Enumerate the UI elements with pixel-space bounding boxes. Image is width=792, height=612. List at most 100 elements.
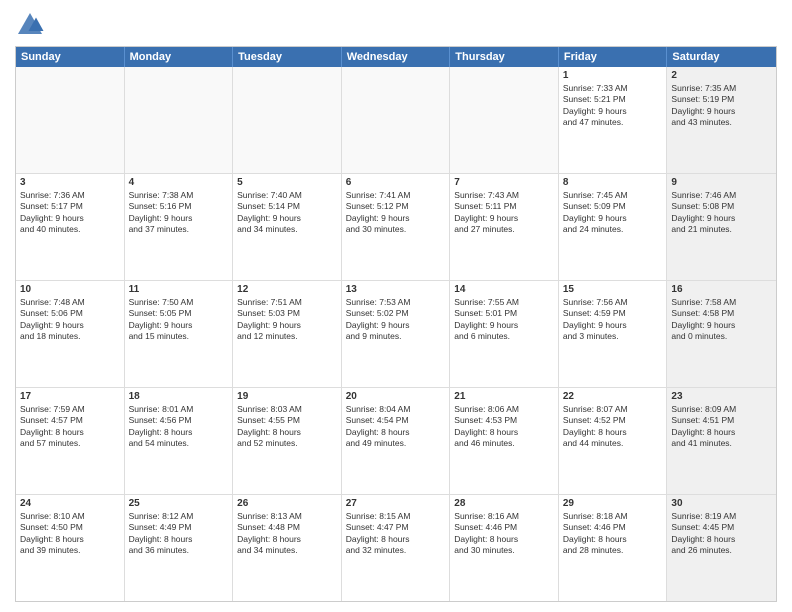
day-info: Sunrise: 7:45 AM Sunset: 5:09 PM Dayligh… xyxy=(563,190,663,236)
calendar-cell xyxy=(342,67,451,173)
calendar-cell: 30 Sunrise: 8:19 AM Sunset: 4:45 PM Dayli… xyxy=(667,495,776,601)
day-info: Sunrise: 8:13 AM Sunset: 4:48 PM Dayligh… xyxy=(237,511,337,557)
day-info: Sunrise: 7:41 AM Sunset: 5:12 PM Dayligh… xyxy=(346,190,446,236)
day-number: 26 xyxy=(237,498,337,509)
day-info: Sunrise: 7:46 AM Sunset: 5:08 PM Dayligh… xyxy=(671,190,772,236)
day-info: Sunrise: 7:51 AM Sunset: 5:03 PM Dayligh… xyxy=(237,297,337,343)
calendar-cell: 8 Sunrise: 7:45 AM Sunset: 5:09 PM Daylig… xyxy=(559,174,668,280)
header xyxy=(15,10,777,40)
day-number: 3 xyxy=(20,177,120,188)
day-header-saturday: Saturday xyxy=(667,47,776,67)
day-number: 24 xyxy=(20,498,120,509)
day-number: 7 xyxy=(454,177,554,188)
day-info: Sunrise: 8:12 AM Sunset: 4:49 PM Dayligh… xyxy=(129,511,229,557)
calendar-cell: 26 Sunrise: 8:13 AM Sunset: 4:48 PM Dayli… xyxy=(233,495,342,601)
day-info: Sunrise: 8:10 AM Sunset: 4:50 PM Dayligh… xyxy=(20,511,120,557)
day-number: 5 xyxy=(237,177,337,188)
calendar-cell: 25 Sunrise: 8:12 AM Sunset: 4:49 PM Dayli… xyxy=(125,495,234,601)
calendar-cell: 7 Sunrise: 7:43 AM Sunset: 5:11 PM Daylig… xyxy=(450,174,559,280)
day-header-thursday: Thursday xyxy=(450,47,559,67)
calendar-cell: 6 Sunrise: 7:41 AM Sunset: 5:12 PM Daylig… xyxy=(342,174,451,280)
calendar-cell xyxy=(233,67,342,173)
day-info: Sunrise: 8:07 AM Sunset: 4:52 PM Dayligh… xyxy=(563,404,663,450)
calendar-cell: 9 Sunrise: 7:46 AM Sunset: 5:08 PM Daylig… xyxy=(667,174,776,280)
day-info: Sunrise: 7:33 AM Sunset: 5:21 PM Dayligh… xyxy=(563,83,663,129)
day-number: 12 xyxy=(237,284,337,295)
day-number: 27 xyxy=(346,498,446,509)
day-header-tuesday: Tuesday xyxy=(233,47,342,67)
day-info: Sunrise: 7:40 AM Sunset: 5:14 PM Dayligh… xyxy=(237,190,337,236)
day-number: 11 xyxy=(129,284,229,295)
calendar-week-1: 1 Sunrise: 7:33 AM Sunset: 5:21 PM Daylig… xyxy=(16,67,776,174)
day-info: Sunrise: 7:53 AM Sunset: 5:02 PM Dayligh… xyxy=(346,297,446,343)
day-info: Sunrise: 8:19 AM Sunset: 4:45 PM Dayligh… xyxy=(671,511,772,557)
day-info: Sunrise: 7:38 AM Sunset: 5:16 PM Dayligh… xyxy=(129,190,229,236)
day-number: 29 xyxy=(563,498,663,509)
calendar-cell: 5 Sunrise: 7:40 AM Sunset: 5:14 PM Daylig… xyxy=(233,174,342,280)
calendar-cell: 4 Sunrise: 7:38 AM Sunset: 5:16 PM Daylig… xyxy=(125,174,234,280)
calendar-cell: 11 Sunrise: 7:50 AM Sunset: 5:05 PM Dayli… xyxy=(125,281,234,387)
day-number: 15 xyxy=(563,284,663,295)
day-number: 30 xyxy=(671,498,772,509)
calendar-week-5: 24 Sunrise: 8:10 AM Sunset: 4:50 PM Dayli… xyxy=(16,495,776,601)
calendar-cell: 17 Sunrise: 7:59 AM Sunset: 4:57 PM Dayli… xyxy=(16,388,125,494)
calendar-cell xyxy=(16,67,125,173)
day-number: 23 xyxy=(671,391,772,402)
day-number: 19 xyxy=(237,391,337,402)
calendar-cell: 3 Sunrise: 7:36 AM Sunset: 5:17 PM Daylig… xyxy=(16,174,125,280)
calendar-week-4: 17 Sunrise: 7:59 AM Sunset: 4:57 PM Dayli… xyxy=(16,388,776,495)
day-number: 14 xyxy=(454,284,554,295)
calendar-cell: 28Sunrise: 8:16 AM Sunset: 4:46 PM Dayli… xyxy=(450,495,559,601)
day-number: 22 xyxy=(563,391,663,402)
calendar-cell: 15 Sunrise: 7:56 AM Sunset: 4:59 PM Dayli… xyxy=(559,281,668,387)
day-number: 4 xyxy=(129,177,229,188)
day-info: Sunrise: 8:04 AM Sunset: 4:54 PM Dayligh… xyxy=(346,404,446,450)
day-number: 10 xyxy=(20,284,120,295)
day-info: Sunrise: 7:50 AM Sunset: 5:05 PM Dayligh… xyxy=(129,297,229,343)
day-number: 2 xyxy=(671,70,772,81)
day-info: Sunrise: 7:56 AM Sunset: 4:59 PM Dayligh… xyxy=(563,297,663,343)
day-number: 1 xyxy=(563,70,663,81)
day-number: 28 xyxy=(454,498,554,509)
calendar-cell: 24 Sunrise: 8:10 AM Sunset: 4:50 PM Dayli… xyxy=(16,495,125,601)
calendar-cell: 21Sunrise: 8:06 AM Sunset: 4:53 PM Dayli… xyxy=(450,388,559,494)
day-number: 21 xyxy=(454,391,554,402)
day-number: 17 xyxy=(20,391,120,402)
day-info: Sunrise: 7:35 AM Sunset: 5:19 PM Dayligh… xyxy=(671,83,772,129)
day-number: 13 xyxy=(346,284,446,295)
calendar-body: 1 Sunrise: 7:33 AM Sunset: 5:21 PM Daylig… xyxy=(16,67,776,601)
calendar-cell: 18 Sunrise: 8:01 AM Sunset: 4:56 PM Dayli… xyxy=(125,388,234,494)
day-number: 16 xyxy=(671,284,772,295)
day-info: Sunrise: 8:18 AM Sunset: 4:46 PM Dayligh… xyxy=(563,511,663,557)
day-header-monday: Monday xyxy=(125,47,234,67)
day-number: 8 xyxy=(563,177,663,188)
calendar-week-3: 10 Sunrise: 7:48 AM Sunset: 5:06 PM Dayli… xyxy=(16,281,776,388)
day-info: Sunrise: 8:03 AM Sunset: 4:55 PM Dayligh… xyxy=(237,404,337,450)
day-number: 20 xyxy=(346,391,446,402)
page: SundayMondayTuesdayWednesdayThursdayFrid… xyxy=(0,0,792,612)
calendar-cell: 13 Sunrise: 7:53 AM Sunset: 5:02 PM Dayli… xyxy=(342,281,451,387)
calendar-cell xyxy=(450,67,559,173)
day-info: Sunrise: 7:55 AM Sunset: 5:01 PM Dayligh… xyxy=(454,297,554,343)
calendar-cell: 14 Sunrise: 7:55 AM Sunset: 5:01 PM Dayli… xyxy=(450,281,559,387)
calendar-header: SundayMondayTuesdayWednesdayThursdayFrid… xyxy=(16,47,776,67)
calendar-week-2: 3 Sunrise: 7:36 AM Sunset: 5:17 PM Daylig… xyxy=(16,174,776,281)
day-number: 6 xyxy=(346,177,446,188)
calendar: SundayMondayTuesdayWednesdayThursdayFrid… xyxy=(15,46,777,602)
calendar-cell: 23 Sunrise: 8:09 AM Sunset: 4:51 PM Dayli… xyxy=(667,388,776,494)
day-number: 9 xyxy=(671,177,772,188)
calendar-cell: 22 Sunrise: 8:07 AM Sunset: 4:52 PM Dayli… xyxy=(559,388,668,494)
day-number: 18 xyxy=(129,391,229,402)
day-header-wednesday: Wednesday xyxy=(342,47,451,67)
day-info: Sunrise: 7:59 AM Sunset: 4:57 PM Dayligh… xyxy=(20,404,120,450)
day-info: Sunrise: 8:01 AM Sunset: 4:56 PM Dayligh… xyxy=(129,404,229,450)
calendar-cell: 20 Sunrise: 8:04 AM Sunset: 4:54 PM Dayli… xyxy=(342,388,451,494)
day-info: Sunrise: 7:36 AM Sunset: 5:17 PM Dayligh… xyxy=(20,190,120,236)
calendar-cell xyxy=(125,67,234,173)
day-info: Sunrise: 7:43 AM Sunset: 5:11 PM Dayligh… xyxy=(454,190,554,236)
day-number: 25 xyxy=(129,498,229,509)
day-info: Sunrise: 8:09 AM Sunset: 4:51 PM Dayligh… xyxy=(671,404,772,450)
day-info: Sunrise: 7:48 AM Sunset: 5:06 PM Dayligh… xyxy=(20,297,120,343)
logo-icon xyxy=(15,10,45,40)
day-header-sunday: Sunday xyxy=(16,47,125,67)
